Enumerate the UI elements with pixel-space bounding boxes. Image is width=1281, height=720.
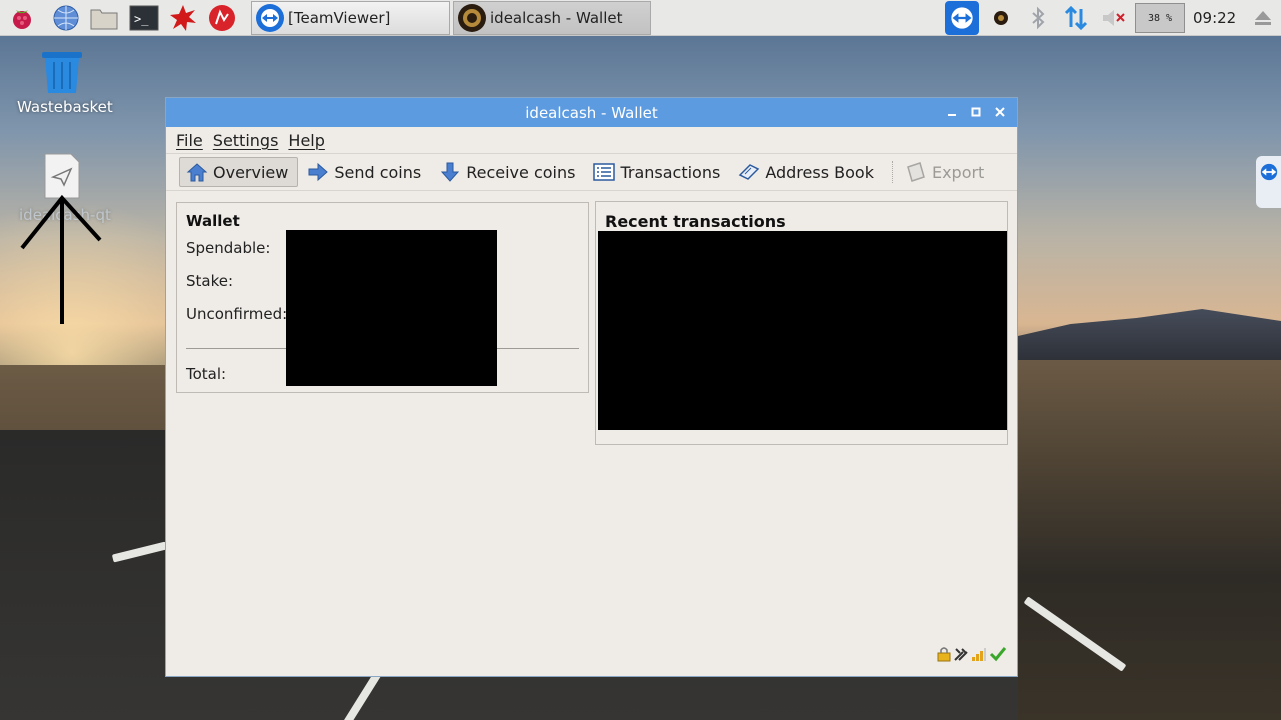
maximize-button[interactable]	[966, 102, 986, 122]
minimize-button[interactable]	[942, 102, 962, 122]
bluetooth-icon[interactable]	[1023, 3, 1053, 33]
teamviewer-side-tab[interactable]	[1256, 156, 1281, 208]
tab-transactions[interactable]: Transactions	[587, 157, 729, 187]
clock[interactable]: 09:22	[1193, 9, 1236, 27]
teamviewer-icon	[1260, 163, 1278, 181]
raspberry-menu-icon[interactable]	[7, 3, 37, 33]
terminal-icon[interactable]: >_	[129, 3, 159, 33]
toolbar-separator	[891, 161, 893, 183]
redacted-balances	[286, 230, 497, 386]
unconfirmed-label: Unconfirmed:	[186, 305, 288, 323]
tab-overview[interactable]: Overview	[179, 157, 299, 187]
connections-icon[interactable]	[971, 646, 987, 666]
volume-muted-icon[interactable]	[1099, 3, 1129, 33]
taskbar: >_ [TeamViewer] idealcash - Wallet 38 % …	[0, 0, 1281, 36]
network-icon[interactable]	[1061, 3, 1091, 33]
math-app-icon[interactable]	[168, 3, 198, 33]
tab-label: Export	[931, 162, 985, 182]
minimize-icon	[948, 114, 956, 116]
wallet-window: idealcash - Wallet File Settings Help Ov…	[165, 97, 1018, 677]
synced-check-icon[interactable]	[989, 646, 1007, 666]
maximize-icon	[971, 107, 981, 117]
field-right	[1018, 360, 1281, 720]
window-title: idealcash - Wallet	[525, 103, 658, 122]
taskbar-item-label: [TeamViewer]	[288, 9, 391, 27]
tab-label: Receive coins	[466, 162, 576, 182]
tab-address-book[interactable]: Address Book	[732, 157, 883, 187]
menu-file[interactable]: File	[176, 131, 203, 150]
close-icon	[995, 107, 1005, 117]
export-icon	[905, 161, 927, 183]
export-button[interactable]: Export	[899, 157, 993, 187]
tab-label: Send coins	[334, 162, 422, 182]
send-arrow-icon	[307, 161, 329, 183]
recent-transactions-title: Recent transactions	[605, 212, 786, 231]
wastebasket-icon	[42, 52, 82, 93]
receive-arrow-icon	[439, 161, 461, 183]
taskbar-item-teamviewer[interactable]: [TeamViewer]	[251, 1, 450, 35]
taskbar-item-label: idealcash - Wallet	[490, 9, 623, 27]
home-icon	[186, 161, 208, 183]
stake-label: Stake:	[186, 272, 234, 290]
redacted-transaction-list	[598, 231, 1007, 430]
recent-transactions-panel: Recent transactions	[595, 201, 1008, 445]
toolbar: Overview Send coins Receive coins Transa…	[166, 153, 1017, 191]
idealcash-tray-icon[interactable]	[986, 3, 1016, 33]
wolfram-icon[interactable]	[207, 3, 237, 33]
wallet-panel: Wallet Spendable: Stake: Unconfirmed: To…	[176, 202, 589, 393]
wallet-panel-title: Wallet	[186, 212, 240, 230]
spendable-label: Spendable:	[186, 239, 271, 257]
tab-label: Overview	[213, 162, 289, 182]
desktop-icon-wastebasket[interactable]	[38, 50, 86, 96]
mountains	[1018, 309, 1281, 360]
menu-bar: File Settings Help	[166, 127, 1017, 153]
file-manager-icon[interactable]	[89, 3, 119, 33]
lock-icon[interactable]	[937, 646, 951, 666]
tab-label: Transactions	[620, 162, 721, 182]
taskbar-item-idealcash[interactable]: idealcash - Wallet	[453, 1, 651, 35]
tab-receive-coins[interactable]: Receive coins	[433, 157, 584, 187]
address-book-icon	[738, 161, 760, 183]
web-browser-icon[interactable]	[51, 3, 81, 33]
staking-icon[interactable]	[953, 646, 969, 666]
desktop-icon-label: Wastebasket	[17, 98, 113, 116]
list-icon	[593, 161, 616, 183]
teamviewer-icon	[256, 4, 284, 32]
eject-icon[interactable]	[1248, 3, 1278, 33]
svg-text:>_: >_	[134, 12, 149, 26]
menu-settings[interactable]: Settings	[213, 131, 279, 150]
menu-help[interactable]: Help	[288, 131, 324, 150]
cpu-monitor[interactable]: 38 %	[1135, 3, 1185, 33]
window-titlebar[interactable]: idealcash - Wallet	[166, 98, 1017, 127]
close-button[interactable]	[990, 102, 1010, 122]
tab-send-coins[interactable]: Send coins	[301, 157, 430, 187]
hand-drawn-arrow	[20, 194, 102, 324]
cpu-usage: 38 %	[1147, 12, 1173, 24]
idealcash-icon	[458, 4, 486, 32]
teamviewer-tray-icon[interactable]	[945, 1, 979, 35]
tab-label: Address Book	[765, 162, 874, 182]
status-bar	[937, 646, 1007, 666]
total-label: Total:	[186, 365, 227, 383]
